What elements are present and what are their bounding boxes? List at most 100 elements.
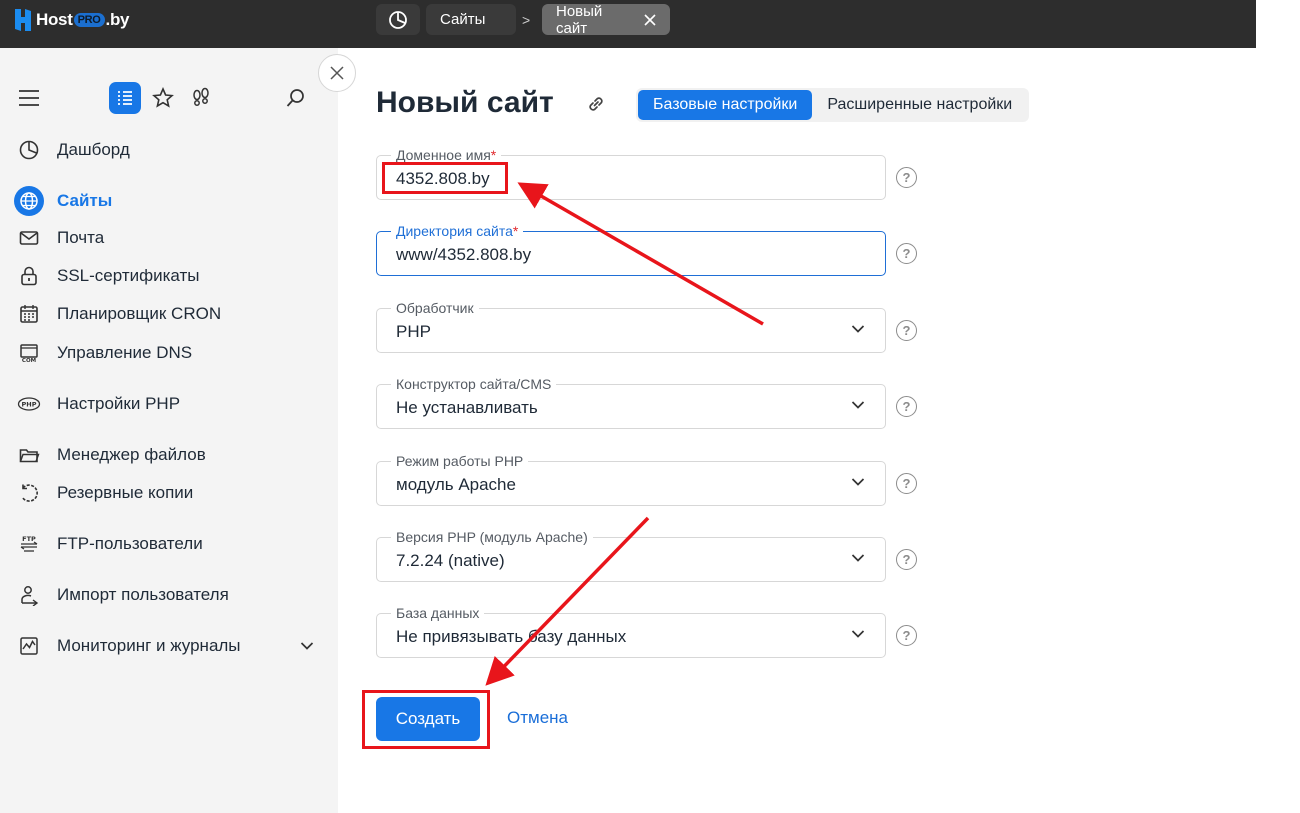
breadcrumb-separator: > bbox=[522, 12, 531, 28]
help-icon[interactable]: ? bbox=[896, 167, 917, 188]
sidebar-item-label: Резервные копии bbox=[57, 483, 194, 502]
sidebar-item-label: Мониторинг и журналы bbox=[57, 636, 241, 655]
dashboard-icon bbox=[389, 10, 407, 29]
tab-advanced-settings[interactable]: Расширенные настройки bbox=[812, 90, 1027, 120]
php-version-select[interactable]: Версия PHP (модуль Apache) 7.2.24 (nativ… bbox=[376, 529, 886, 582]
search-button[interactable] bbox=[280, 82, 312, 114]
monitoring-icon bbox=[14, 631, 44, 661]
help-icon[interactable]: ? bbox=[896, 243, 917, 264]
domain-name-label: Доменное имя* bbox=[391, 147, 502, 163]
handler-value: PHP bbox=[396, 322, 431, 341]
list-view-button[interactable] bbox=[109, 82, 141, 114]
favorites-button[interactable] bbox=[147, 82, 179, 114]
sidebar-item-dashboard[interactable]: Дашборд bbox=[14, 134, 130, 166]
sidebar-item-ftp[interactable]: FTP FTP-пользователи bbox=[14, 528, 203, 560]
site-directory-label: Директория сайта* bbox=[391, 223, 524, 239]
help-icon[interactable]: ? bbox=[896, 396, 917, 417]
chevron-down-icon bbox=[851, 400, 865, 410]
dashboard-tab-button[interactable] bbox=[376, 4, 420, 35]
user-import-icon bbox=[14, 580, 44, 610]
sidebar-item-monitoring[interactable]: Мониторинг и журналы bbox=[14, 630, 314, 662]
sidebar: Дашборд Сайты Почта SSL-сертификаты План… bbox=[0, 48, 338, 813]
svg-text:PHP: PHP bbox=[22, 401, 37, 409]
php-mode-value: модуль Apache bbox=[396, 475, 516, 494]
handler-select[interactable]: Обработчик PHP bbox=[376, 300, 886, 353]
database-value: Не привязывать базу данных bbox=[396, 627, 627, 646]
tab-new-site-label: Новый сайт bbox=[556, 2, 603, 37]
svg-text:COM: COM bbox=[22, 358, 36, 364]
sidebar-item-label: Управление DNS bbox=[57, 343, 193, 362]
sidebar-item-mail[interactable]: Почта bbox=[14, 222, 104, 254]
sidebar-item-user-import[interactable]: Импорт пользователя bbox=[14, 579, 229, 611]
sidebar-item-php[interactable]: PHP Настройки PHP bbox=[14, 388, 180, 420]
sidebar-item-label: Дашборд bbox=[57, 140, 130, 159]
php-icon: PHP bbox=[14, 389, 44, 419]
sidebar-item-file-manager[interactable]: Менеджер файлов bbox=[14, 439, 206, 471]
hostpro-logo[interactable]: Host PRO .by bbox=[12, 6, 129, 34]
settings-tabs: Базовые настройки Расширенные настройки bbox=[636, 88, 1030, 122]
cms-value: Не устанавливать bbox=[396, 398, 538, 417]
globe-icon bbox=[14, 186, 44, 216]
help-icon[interactable]: ? bbox=[896, 320, 917, 341]
cms-select[interactable]: Конструктор сайта/CMS Не устанавливать bbox=[376, 376, 886, 429]
handler-label: Обработчик bbox=[391, 300, 479, 316]
php-version-label: Версия PHP (модуль Apache) bbox=[391, 529, 593, 545]
sidebar-item-label: Сайты bbox=[57, 191, 113, 210]
cancel-link[interactable]: Отмена bbox=[507, 708, 568, 728]
sidebar-item-label: FTP-пользователи bbox=[57, 534, 203, 553]
close-tab-icon[interactable] bbox=[644, 13, 656, 26]
tab-new-site[interactable]: Новый сайт bbox=[542, 2, 670, 37]
php-mode-select[interactable]: Режим работы PHP модуль Apache bbox=[376, 453, 886, 506]
star-icon bbox=[152, 87, 174, 108]
chevron-down-icon bbox=[851, 553, 865, 563]
menu-button[interactable] bbox=[13, 82, 45, 114]
tab-basic-settings[interactable]: Базовые настройки bbox=[638, 90, 813, 120]
svg-text:FTP: FTP bbox=[22, 535, 36, 543]
footprints-button[interactable] bbox=[185, 82, 217, 114]
help-icon[interactable]: ? bbox=[896, 473, 917, 494]
database-label: База данных bbox=[391, 605, 485, 621]
chevron-down-icon[interactable] bbox=[300, 641, 314, 651]
calendar-icon bbox=[14, 299, 44, 329]
list-icon bbox=[118, 91, 132, 105]
close-icon bbox=[330, 66, 344, 80]
dns-icon: COM bbox=[14, 338, 44, 368]
logo-by-text: .by bbox=[105, 10, 130, 29]
folder-icon bbox=[14, 440, 44, 470]
tab-sites-label: Сайты bbox=[440, 11, 486, 28]
sidebar-item-sites[interactable]: Сайты bbox=[14, 185, 112, 217]
sidebar-item-label: Менеджер файлов bbox=[57, 445, 206, 464]
close-sidebar-button[interactable] bbox=[318, 54, 356, 92]
sidebar-item-label: Импорт пользователя bbox=[57, 585, 229, 604]
top-bar: Host PRO .by Сайты > Новый сайт bbox=[0, 0, 1256, 48]
site-directory-input[interactable]: www/4352.808.by bbox=[396, 245, 531, 265]
site-directory-field[interactable]: Директория сайта* www/4352.808.by bbox=[376, 223, 886, 276]
search-icon bbox=[286, 89, 304, 107]
sidebar-item-backups[interactable]: Резервные копии bbox=[14, 477, 193, 509]
database-select[interactable]: База данных Не привязывать базу данных bbox=[376, 605, 886, 658]
link-icon[interactable] bbox=[584, 92, 608, 116]
sidebar-item-cron[interactable]: Планировщик CRON bbox=[14, 298, 221, 330]
page-title: Новый сайт bbox=[376, 86, 554, 119]
chevron-down-icon bbox=[851, 477, 865, 487]
cms-label: Конструктор сайта/CMS bbox=[391, 376, 557, 392]
help-icon[interactable]: ? bbox=[896, 625, 917, 646]
sidebar-item-ssl[interactable]: SSL-сертификаты bbox=[14, 260, 200, 292]
sidebar-toolbar bbox=[0, 48, 338, 148]
sidebar-item-label: SSL-сертификаты bbox=[57, 266, 200, 285]
backup-icon bbox=[14, 478, 44, 508]
help-icon[interactable]: ? bbox=[896, 549, 917, 570]
tab-sites[interactable]: Сайты bbox=[426, 4, 516, 35]
highlight-box-create bbox=[362, 690, 490, 749]
dashboard-icon bbox=[14, 135, 44, 165]
php-mode-label: Режим работы PHP bbox=[391, 453, 529, 469]
logo-pro-badge: PRO bbox=[73, 13, 105, 27]
mail-icon bbox=[14, 223, 44, 253]
footprints-icon bbox=[193, 87, 209, 106]
chevron-down-icon bbox=[851, 629, 865, 639]
php-version-value: 7.2.24 (native) bbox=[396, 551, 505, 570]
sidebar-item-dns[interactable]: COM Управление DNS bbox=[14, 337, 192, 369]
hostpro-logo-icon bbox=[15, 9, 31, 31]
sidebar-item-label: Планировщик CRON bbox=[57, 304, 222, 323]
ftp-icon: FTP bbox=[14, 529, 44, 559]
